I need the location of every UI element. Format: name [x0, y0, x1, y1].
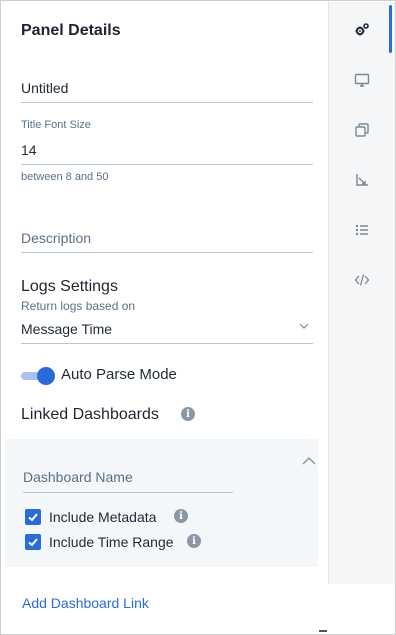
title-font-size-label: Title Font Size: [21, 119, 91, 131]
auto-parse-toggle[interactable]: [21, 367, 55, 385]
gears-icon[interactable]: [351, 19, 373, 41]
active-indicator: [389, 5, 392, 53]
info-icon[interactable]: i: [174, 509, 188, 523]
logs-settings-heading: Logs Settings: [21, 278, 118, 295]
checkmark-icon: [28, 538, 38, 547]
dashboard-name-input[interactable]: Dashboard Name: [23, 469, 233, 493]
title-font-size-hint: between 8 and 50: [21, 171, 109, 183]
include-metadata-checkbox[interactable]: [25, 509, 41, 525]
code-icon[interactable]: [351, 269, 373, 291]
title-input[interactable]: Untitled: [21, 80, 313, 103]
title-font-size-input[interactable]: 14: [21, 142, 313, 165]
panel-details-form: Panel Details Untitled Title Font Size 1…: [1, 1, 327, 634]
chevron-down-icon: [299, 321, 309, 333]
list-icon[interactable]: [351, 219, 373, 241]
checkmark-icon: [28, 513, 38, 522]
panel-details-window: Panel Details Untitled Title Font Size 1…: [0, 0, 396, 635]
settings-rail: [328, 2, 395, 584]
monitor-icon[interactable]: [351, 69, 373, 91]
return-logs-dropdown[interactable]: Message Time: [21, 321, 313, 344]
include-time-range-label: Include Time Range: [49, 534, 174, 550]
info-icon[interactable]: i: [187, 534, 201, 548]
linked-dashboard-card: Dashboard Name Include Metadata i Includ…: [5, 439, 318, 567]
add-dashboard-link[interactable]: Add Dashboard Link: [22, 595, 149, 611]
chevron-up-icon[interactable]: [301, 453, 317, 465]
axis-icon[interactable]: [351, 169, 373, 191]
linked-dashboards-heading: Linked Dashboards: [21, 406, 159, 423]
panel-title: Panel Details: [21, 22, 121, 39]
description-input[interactable]: Description: [21, 230, 313, 253]
info-icon[interactable]: i: [181, 407, 195, 421]
toggle-knob: [37, 367, 55, 385]
divider: [319, 630, 327, 632]
include-time-range-checkbox[interactable]: [25, 534, 41, 550]
clone-icon[interactable]: [351, 119, 373, 141]
include-metadata-label: Include Metadata: [49, 509, 157, 525]
return-logs-label: Return logs based on: [21, 299, 136, 313]
auto-parse-label: Auto Parse Mode: [61, 366, 177, 383]
return-logs-value: Message Time: [21, 321, 113, 337]
